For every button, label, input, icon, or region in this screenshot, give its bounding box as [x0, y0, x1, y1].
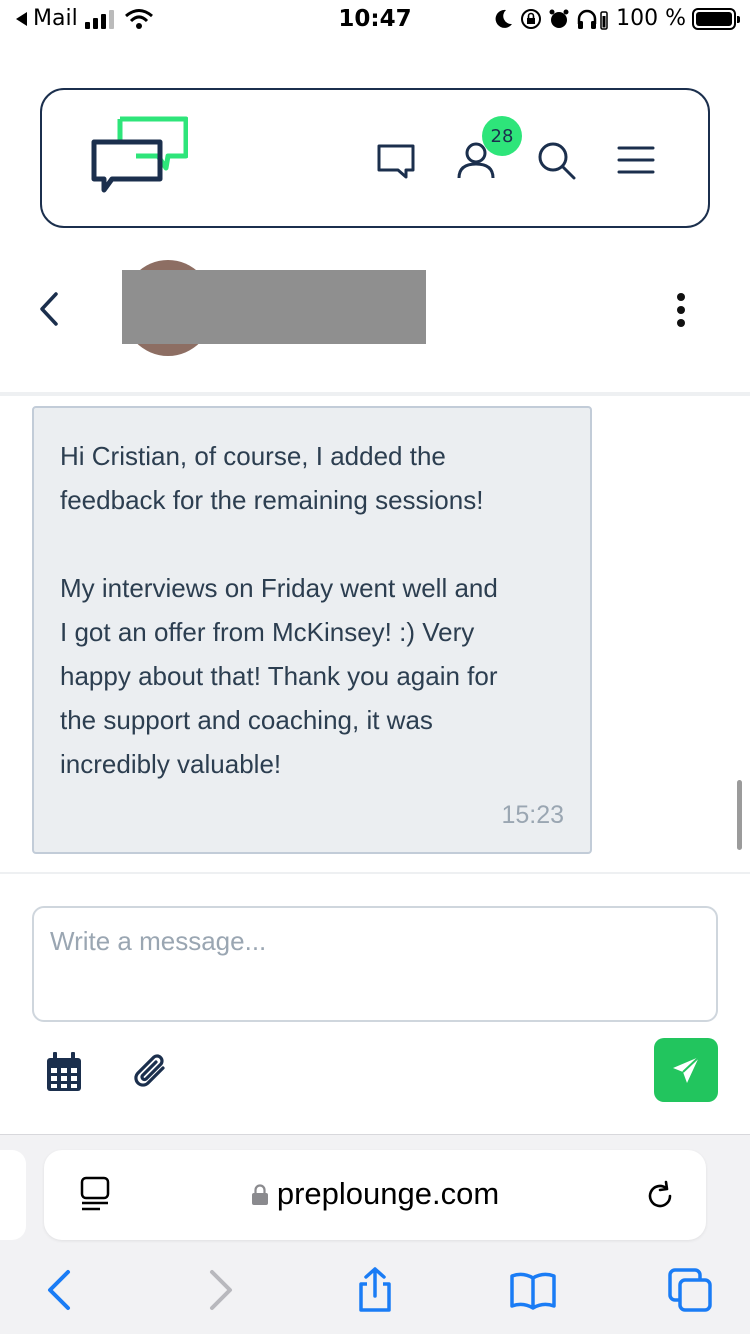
search-icon[interactable]	[536, 140, 576, 180]
notification-badge: 28	[482, 116, 522, 156]
preplounge-logo[interactable]	[88, 116, 188, 198]
site-header: 28	[40, 88, 710, 228]
alarm-icon	[549, 9, 569, 28]
menu-icon[interactable]	[616, 140, 656, 180]
send-icon	[673, 1056, 700, 1083]
message-timestamp: 15:23	[501, 801, 564, 829]
more-options-icon[interactable]	[674, 292, 688, 328]
headphones-icon	[577, 9, 608, 30]
chevron-left-icon[interactable]	[36, 290, 62, 328]
message-bubble: Hi Cristian, of course, I added the feed…	[32, 406, 592, 854]
send-button[interactable]	[654, 1038, 718, 1102]
divider	[0, 872, 750, 874]
attachment-icon[interactable]	[132, 1050, 172, 1094]
battery-percent: 100 %	[616, 6, 686, 31]
redacted-contact-name	[122, 270, 426, 344]
battery-icon	[692, 7, 740, 30]
address-bar[interactable]: preplounge.com	[44, 1150, 706, 1240]
url-text: preplounge.com	[276, 1176, 500, 1211]
bookmarks-icon[interactable]	[509, 1266, 557, 1314]
calendar-icon[interactable]	[44, 1050, 84, 1094]
conversation-header	[0, 250, 750, 396]
scrollbar[interactable]	[737, 780, 742, 850]
previous-tab-edge[interactable]	[0, 1150, 26, 1240]
back-icon[interactable]	[36, 1266, 84, 1314]
message-input[interactable]	[32, 906, 718, 1022]
forward-icon[interactable]	[196, 1266, 244, 1314]
status-bar: Mail 10:47 100 %	[0, 0, 750, 42]
orientation-lock-icon	[521, 8, 542, 29]
messages-icon[interactable]	[376, 140, 416, 180]
tabs-icon[interactable]	[666, 1266, 714, 1314]
message-text: Hi Cristian, of course, I added the feed…	[60, 441, 498, 779]
reload-icon[interactable]	[644, 1180, 676, 1212]
lock-icon	[251, 1184, 268, 1205]
share-icon[interactable]	[351, 1266, 399, 1314]
moon-icon	[495, 9, 513, 28]
